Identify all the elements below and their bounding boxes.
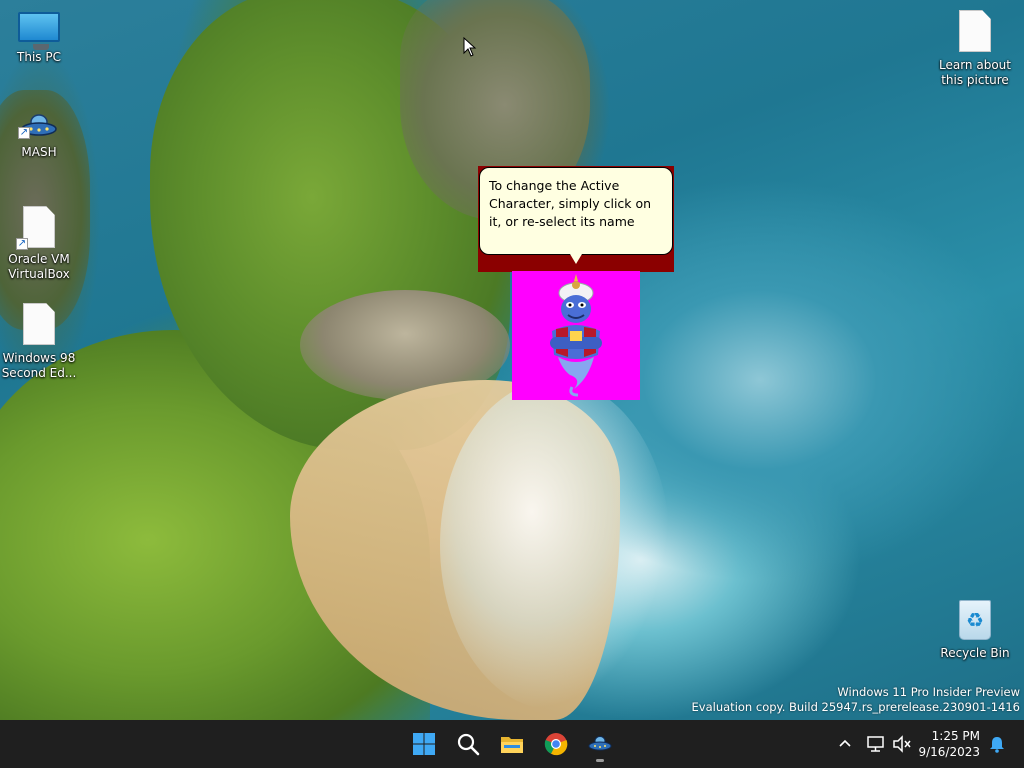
document-icon [959, 10, 991, 52]
clock-time: 1:25 PM [931, 729, 980, 743]
shortcut-arrow-icon: ↗ [16, 238, 28, 250]
file-explorer-icon [501, 737, 523, 753]
file-explorer-button[interactable] [492, 724, 532, 764]
desktop-icon-label: This PC [17, 50, 61, 64]
wallpaper-surf [440, 380, 670, 710]
clock-date: 9/16/2023 [918, 745, 980, 759]
tray-overflow-button[interactable] [834, 720, 856, 768]
clock[interactable]: 1:25 PM 9/16/2023 [918, 728, 980, 760]
agent-speech-balloon[interactable]: To change the Active Character, simply c… [478, 166, 674, 272]
shortcut-arrow-icon: ↗ [18, 127, 30, 139]
desktop-icon-learn-about-picture[interactable]: Learn about this picture [937, 10, 1013, 88]
desktop-icon-windows-98[interactable]: Windows 98 Second Ed... [1, 303, 77, 381]
chevron-up-icon [839, 739, 851, 747]
desktop-icon-mash[interactable]: ↗ MASH [1, 113, 77, 160]
desktop-icon-label: Learn about this picture [939, 58, 1011, 87]
balloon-tail [570, 254, 582, 264]
desktop-icon-virtualbox[interactable]: ↗ Oracle VM VirtualBox [1, 206, 77, 282]
volume-muted-icon [893, 735, 911, 753]
start-button[interactable] [404, 724, 444, 764]
document-icon [23, 303, 55, 345]
chrome-button[interactable] [536, 724, 576, 764]
genie-icon [550, 274, 602, 397]
search-icon [457, 733, 480, 756]
desktop-icon-this-pc[interactable]: This PC [1, 12, 77, 65]
desktop-icon-label: Recycle Bin [940, 646, 1010, 660]
watermark-edition: Windows 11 Pro Insider Preview [837, 685, 1020, 699]
desktop-icon-label: MASH [21, 145, 57, 159]
monitor-icon [18, 12, 60, 50]
ufo-icon: ↗ [18, 113, 58, 139]
desktop-icon-label: Oracle VM VirtualBox [8, 252, 70, 281]
search-button[interactable] [448, 724, 488, 764]
notification-button[interactable] [986, 720, 1008, 768]
running-indicator [596, 759, 604, 762]
desktop-icon-recycle-bin[interactable]: ♻ Recycle Bin [937, 600, 1013, 661]
watermark-build: Evaluation copy. Build 25947.rs_prerelea… [691, 700, 1020, 714]
recycle-bin-icon: ♻ [959, 600, 991, 640]
balloon-text: To change the Active Character, simply c… [479, 167, 673, 255]
desktop-icon-label: Windows 98 Second Ed... [1, 351, 77, 380]
windows-watermark: Windows 11 Pro Insider Preview Evaluatio… [692, 685, 1020, 715]
mouse-cursor-icon [463, 37, 477, 57]
desktop-wallpaper: This PC ↗ MASH ↗ Oracle VM VirtualBox Wi… [0, 0, 1024, 720]
mash-taskbar-button[interactable] [580, 724, 620, 764]
bell-icon [990, 737, 1004, 753]
start-icon [413, 733, 435, 755]
chrome-icon [544, 733, 568, 756]
mash-taskbar-icon [588, 736, 612, 751]
network-icon [867, 736, 884, 752]
agent-character-genie[interactable] [512, 271, 640, 400]
taskbar: 1:25 PM 9/16/2023 [0, 720, 1024, 768]
quick-settings-button[interactable] [864, 720, 914, 768]
